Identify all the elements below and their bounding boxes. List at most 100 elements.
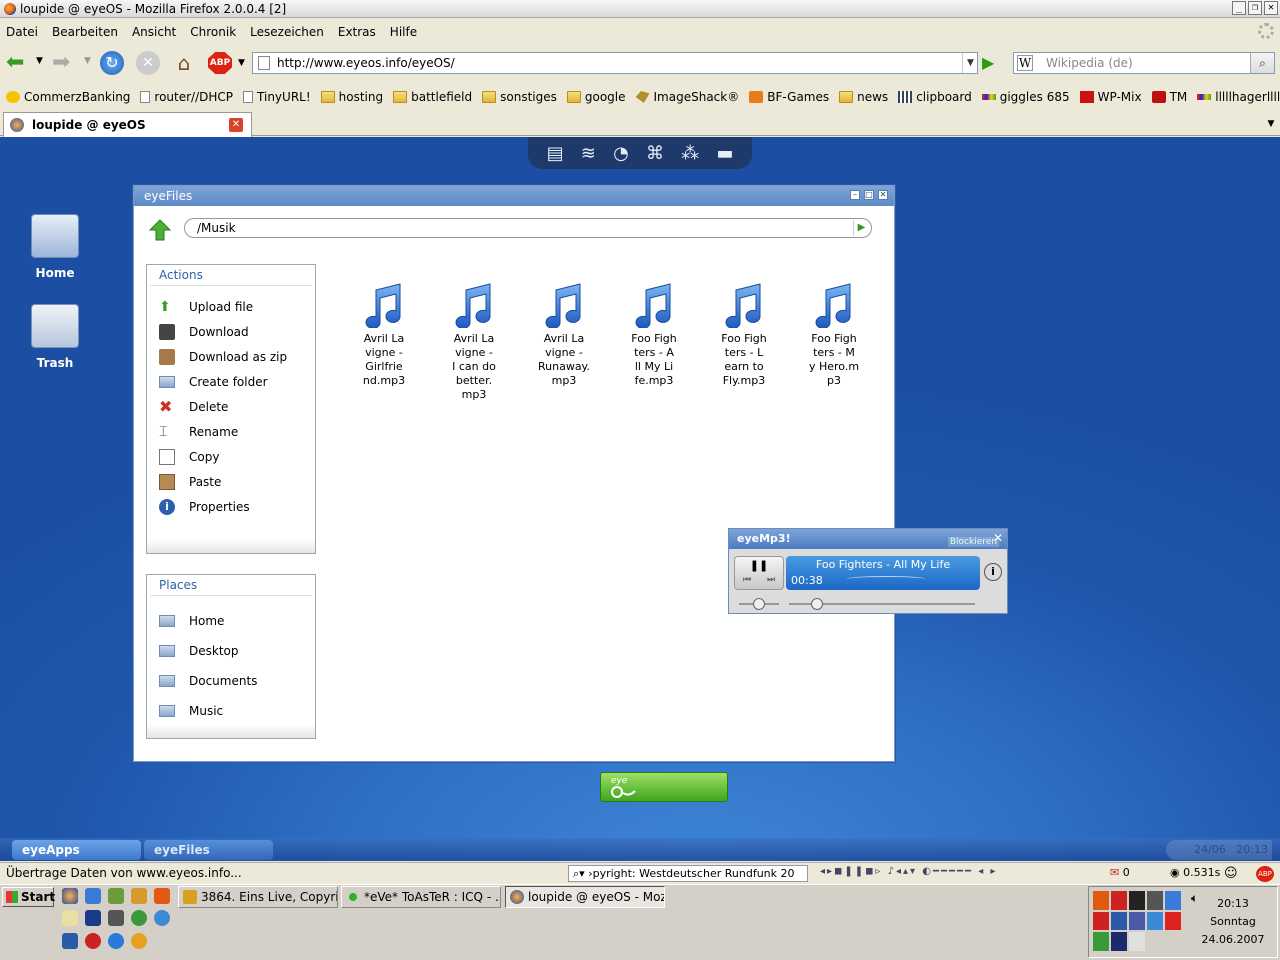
quicklaunch-filezilla-icon[interactable] — [154, 888, 170, 904]
network-icon[interactable]: ≋ — [581, 143, 596, 164]
tab-list-dropdown-icon[interactable]: ▼ — [1264, 116, 1278, 132]
close-button[interactable]: ✕ — [1264, 1, 1278, 15]
bookmark-tm[interactable]: TM — [1151, 90, 1187, 104]
menu-hilfe[interactable]: Hilfe — [390, 25, 417, 39]
clock-icon[interactable]: ◔ — [613, 143, 629, 164]
back-button[interactable]: ⬅ — [6, 52, 30, 74]
quicklaunch-media-icon[interactable] — [85, 933, 101, 949]
bookmark-imageshack[interactable]: ImageShack® — [635, 90, 739, 104]
back-dropdown-icon[interactable]: ▼ — [36, 56, 43, 66]
block-label[interactable]: Blockieren — [947, 537, 999, 547]
quicklaunch-network-icon[interactable] — [85, 888, 101, 904]
tray-check-icon[interactable] — [1093, 932, 1109, 951]
taskbar-button-icq[interactable]: *eVe* ToAsTeR : ICQ - ... — [341, 886, 501, 908]
quicklaunch-info-icon[interactable] — [131, 933, 147, 949]
adblock-icon[interactable]: ABP — [208, 52, 232, 74]
desktop-icon-trash[interactable]: Trash — [15, 304, 95, 370]
eyemp3-close-button[interactable]: ✕ — [993, 532, 1003, 544]
stop-button[interactable]: ✕ — [136, 51, 160, 75]
tray-filezilla-icon[interactable] — [1093, 891, 1109, 910]
tray-sync-icon[interactable] — [1147, 911, 1163, 931]
action-delete[interactable]: ✖ Delete — [147, 394, 315, 419]
up-directory-icon[interactable] — [148, 218, 172, 242]
bookmark-tinyurl[interactable]: TinyURL! — [243, 90, 311, 104]
forward-dropdown-icon[interactable]: ▼ — [84, 56, 91, 66]
tray-acrobat-icon[interactable] — [1093, 911, 1109, 931]
bookmark-bf-games[interactable]: BF-Games — [749, 90, 829, 104]
url-dropdown-icon[interactable]: ▼ — [962, 53, 978, 73]
wikipedia-icon[interactable]: W — [1017, 55, 1033, 71]
place-desktop[interactable]: Desktop — [147, 636, 315, 666]
tray-monitor-icon[interactable] — [1147, 891, 1163, 910]
bookmark-news[interactable]: news — [839, 90, 888, 104]
action-copy[interactable]: Copy — [147, 444, 315, 469]
bookmark-sonstiges[interactable]: sonstiges — [482, 90, 557, 104]
bookmark-hosting[interactable]: hosting — [320, 90, 383, 104]
tray-target-icon[interactable] — [1111, 932, 1127, 951]
eyefiles-maximize-button[interactable]: □ — [864, 190, 874, 200]
quicklaunch-photoshop-icon[interactable] — [85, 910, 101, 926]
tray-tool-icon[interactable] — [1111, 911, 1127, 931]
tray-network-icon[interactable] — [1165, 891, 1181, 910]
music-file[interactable]: Foo Figh ters - Learn to Fly.mp3 — [714, 282, 774, 388]
quicklaunch-ie-icon[interactable] — [108, 933, 124, 949]
seek-slider[interactable] — [789, 598, 975, 610]
close-tab-icon[interactable]: ✕ — [229, 118, 243, 132]
reload-button[interactable]: ↻ — [100, 51, 124, 75]
action-rename[interactable]: ⌶ Rename — [147, 419, 315, 444]
smiley-icon[interactable]: ☺ — [1224, 866, 1238, 881]
eyefiles-tab[interactable]: eyeFiles — [144, 840, 273, 860]
path-input[interactable]: /Musik ▶ — [184, 218, 872, 238]
taskbar-button-firefox[interactable]: loupide @ eyeOS - Mozill... — [505, 886, 665, 908]
eyeapps-tab[interactable]: eyeApps — [12, 840, 141, 860]
media-controls[interactable]: ◂▸◼❚❚◼▹ ♪◂▴▾ ◐━━━━━ ◂ ▸ — [820, 866, 997, 877]
eyefiles-minimize-button[interactable]: – — [850, 190, 860, 200]
go-button[interactable]: ▶ — [982, 54, 1002, 72]
tray-shield-icon[interactable] — [1129, 911, 1145, 931]
gamepad-icon[interactable]: ⌘ — [646, 143, 664, 164]
mail-indicator[interactable]: ✉ 0 — [1110, 866, 1130, 879]
quicklaunch-firefox-icon[interactable] — [62, 888, 78, 904]
home-button[interactable]: ⌂ — [172, 51, 196, 75]
eyeos-logo[interactable]: eye — [600, 772, 728, 802]
action-paste[interactable]: Paste — [147, 469, 315, 494]
quicklaunch-tool-icon[interactable] — [131, 888, 147, 904]
desktop-icon-home[interactable]: Home — [15, 214, 95, 280]
quicklaunch-users-icon[interactable] — [108, 888, 124, 904]
bookmark-commerzbanking[interactable]: CommerzBanking — [6, 90, 130, 104]
files-icon[interactable]: ▬ — [716, 143, 733, 164]
action-upload-file[interactable]: ⬆ Upload file — [147, 294, 315, 319]
music-file[interactable]: Foo Figh ters - All My Li fe.mp3 — [624, 282, 684, 388]
action-download[interactable]: Download — [147, 319, 315, 344]
quicklaunch-desktop-icon[interactable] — [62, 933, 78, 949]
tray-app-icon[interactable] — [1129, 891, 1145, 910]
search-input[interactable]: W Wikipedia (de) ⌕ — [1013, 52, 1275, 74]
path-go-icon[interactable]: ▶ — [853, 220, 869, 236]
tab-eyeos[interactable]: loupide @ eyeOS ✕ — [3, 112, 252, 137]
bookmark-hager[interactable]: lllllhagerlllll — [1197, 90, 1280, 104]
place-music[interactable]: Music — [147, 696, 315, 726]
restore-button[interactable]: ❐ — [1248, 1, 1262, 15]
music-file[interactable]: Avril La vigne -I can do better. mp3 — [444, 282, 504, 402]
menu-chronik[interactable]: Chronik — [190, 25, 236, 39]
place-home[interactable]: Home — [147, 606, 315, 636]
quicklaunch-globe-icon[interactable] — [154, 910, 170, 926]
next-track-icon[interactable]: ⏭ — [767, 575, 775, 585]
bookmark-router[interactable]: router//DHCP — [140, 90, 233, 104]
menu-bearbeiten[interactable]: Bearbeiten — [52, 25, 118, 39]
bookmark-giggles[interactable]: giggles 685 — [981, 90, 1070, 104]
seek-knob[interactable] — [810, 598, 823, 610]
tray-alert-icon[interactable] — [1165, 911, 1181, 931]
briefcase-icon[interactable]: ▤ — [547, 143, 564, 164]
action-create-folder[interactable]: Create folder — [147, 369, 315, 394]
bookmark-wp-mix[interactable]: WP-Mix — [1079, 90, 1142, 104]
menu-datei[interactable]: Datei — [6, 25, 38, 39]
bookmark-battlefield[interactable]: battlefield — [393, 90, 472, 104]
eyefiles-close-button[interactable]: ✕ — [878, 190, 888, 200]
menu-extras[interactable]: Extras — [338, 25, 376, 39]
bookmark-google[interactable]: google — [566, 90, 626, 104]
info-button[interactable]: i — [984, 563, 1002, 581]
tray-misc-icon[interactable] — [1129, 932, 1145, 951]
pause-button[interactable]: ❚❚ — [735, 557, 783, 575]
tray-x-icon[interactable] — [1111, 891, 1127, 910]
